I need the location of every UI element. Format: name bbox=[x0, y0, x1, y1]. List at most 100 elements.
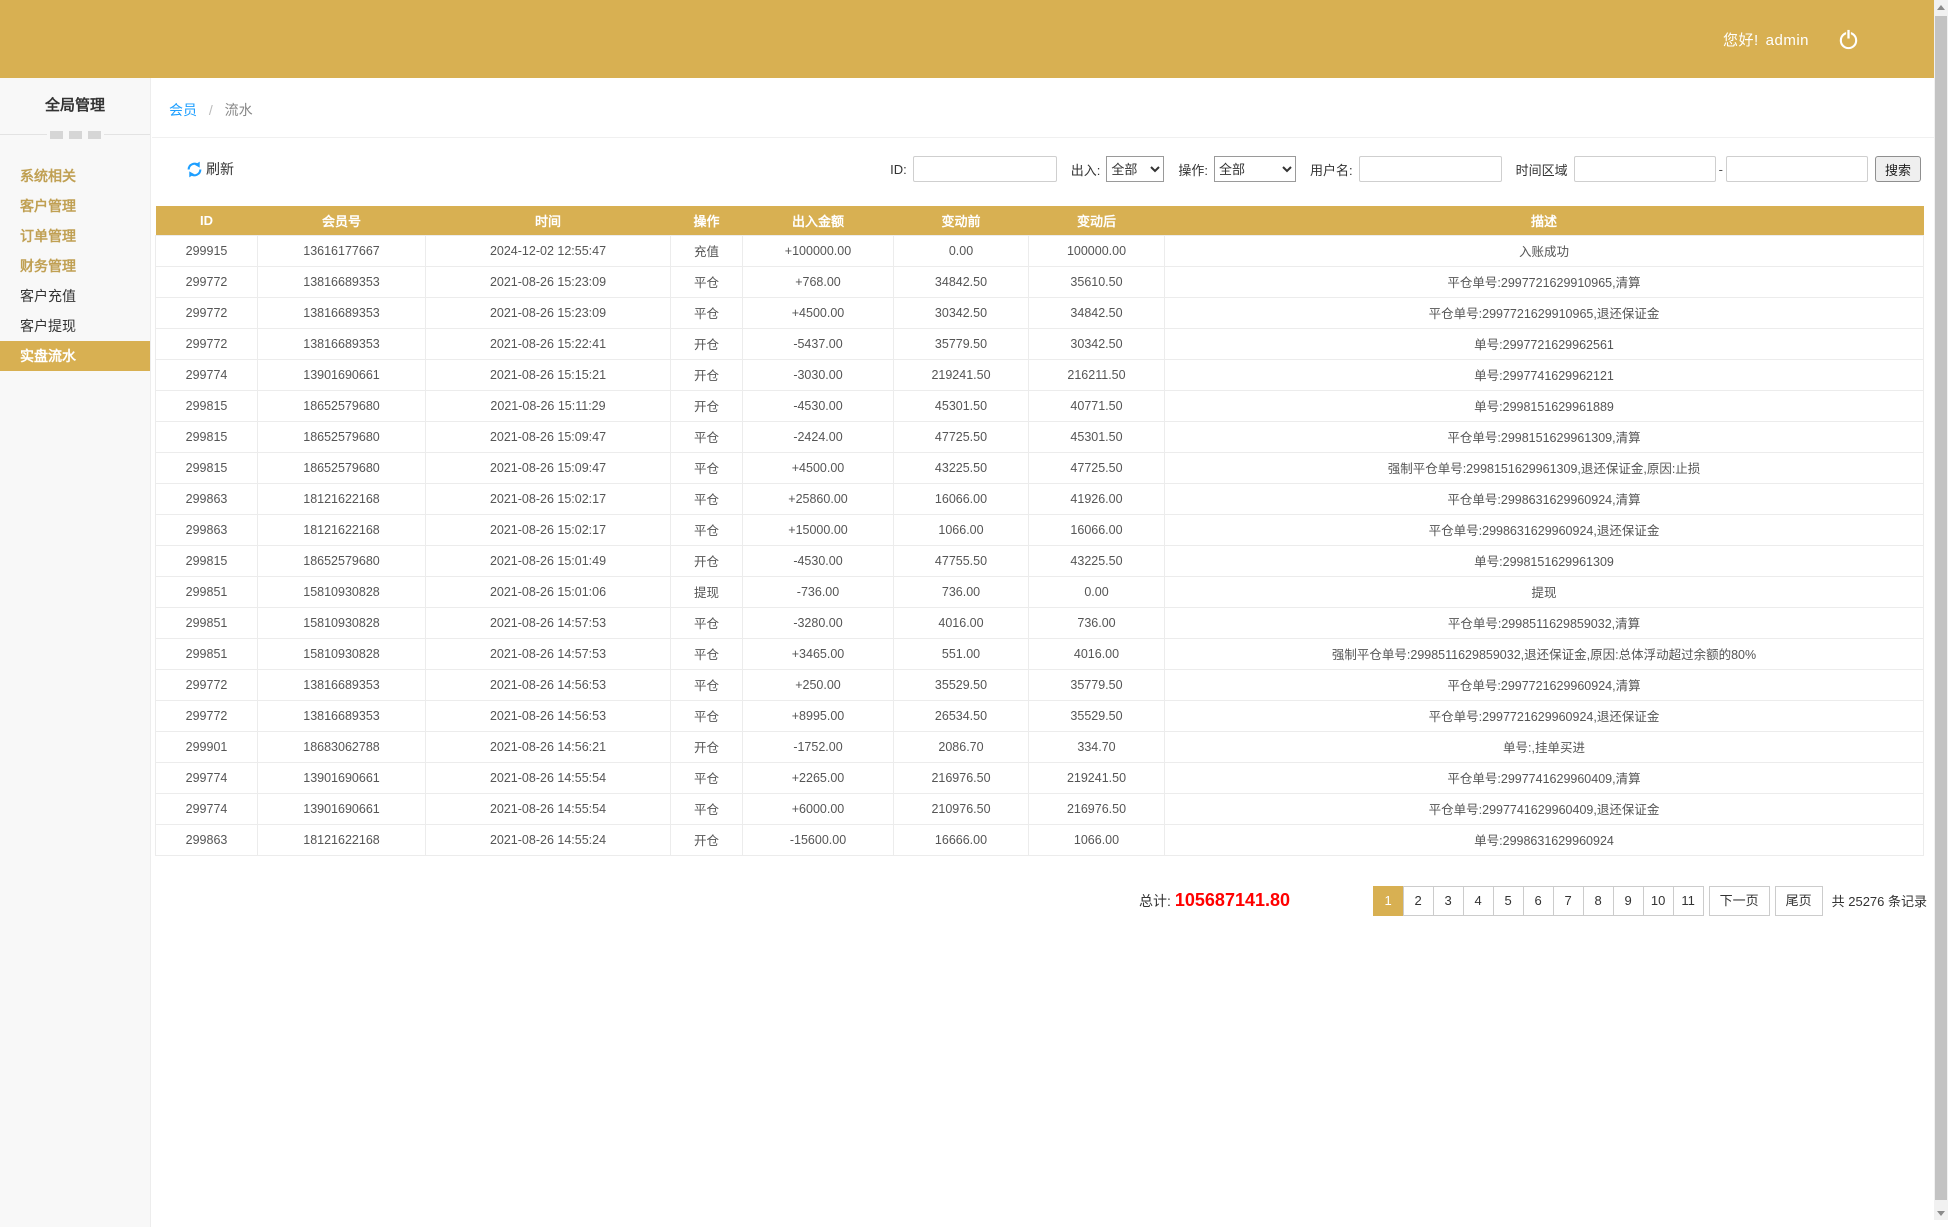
scrollbar-thumb[interactable] bbox=[1935, 16, 1947, 1200]
table-cell: 2021-08-26 14:56:21 bbox=[426, 731, 671, 762]
table-row: 299772138166893532021-08-26 14:56:53平仓+8… bbox=[156, 700, 1924, 731]
page-button-8[interactable]: 8 bbox=[1583, 886, 1614, 916]
table-cell: 299815 bbox=[156, 421, 258, 452]
table-cell: 299774 bbox=[156, 793, 258, 824]
table-cell: -5437.00 bbox=[743, 328, 894, 359]
table-cell: 551.00 bbox=[894, 638, 1029, 669]
table-cell: 平仓单号:2997721629910965,清算 bbox=[1165, 266, 1924, 297]
sidebar-item-客户提现[interactable]: 客户提现 bbox=[0, 311, 150, 341]
table-cell: 2021-08-26 15:15:21 bbox=[426, 359, 671, 390]
table-row: 299772138166893532021-08-26 15:22:41开仓-5… bbox=[156, 328, 1924, 359]
op-select[interactable]: 全部 bbox=[1214, 156, 1296, 182]
table-cell: 26534.50 bbox=[894, 700, 1029, 731]
table-cell: 41926.00 bbox=[1029, 483, 1165, 514]
app-header: 您好!admin bbox=[0, 0, 1948, 78]
table-cell: 299851 bbox=[156, 576, 258, 607]
column-header: 变动后 bbox=[1029, 206, 1165, 235]
id-input[interactable] bbox=[913, 156, 1057, 182]
table-cell: 2021-08-26 15:22:41 bbox=[426, 328, 671, 359]
table-cell: 13816689353 bbox=[258, 266, 426, 297]
table-cell: +768.00 bbox=[743, 266, 894, 297]
sidebar-item-财务管理[interactable]: 财务管理 bbox=[0, 251, 150, 281]
last-page-button[interactable]: 尾页 bbox=[1775, 886, 1823, 916]
table-cell: +25860.00 bbox=[743, 483, 894, 514]
breadcrumb-link-member[interactable]: 会员 bbox=[169, 102, 197, 118]
table-cell: +15000.00 bbox=[743, 514, 894, 545]
table-cell: 强制平仓单号:2998151629961309,退还保证金,原因:止损 bbox=[1165, 452, 1924, 483]
vertical-scrollbar[interactable] bbox=[1934, 0, 1948, 1220]
table-cell: 开仓 bbox=[671, 359, 743, 390]
table-cell: -15600.00 bbox=[743, 824, 894, 855]
table-row: 299772138166893532021-08-26 15:23:09平仓+4… bbox=[156, 297, 1924, 328]
page-button-6[interactable]: 6 bbox=[1523, 886, 1554, 916]
page-button-3[interactable]: 3 bbox=[1433, 886, 1464, 916]
inout-select[interactable]: 全部 bbox=[1106, 156, 1164, 182]
time-range-label: 时间区域 bbox=[1516, 160, 1568, 179]
scroll-down-arrow-icon[interactable] bbox=[1934, 1206, 1948, 1220]
table-cell: 2021-08-26 15:01:06 bbox=[426, 576, 671, 607]
table-cell: 18652579680 bbox=[258, 421, 426, 452]
table-cell: 16666.00 bbox=[894, 824, 1029, 855]
table-cell: 18652579680 bbox=[258, 390, 426, 421]
table-cell: 13901690661 bbox=[258, 359, 426, 390]
page-button-10[interactable]: 10 bbox=[1643, 886, 1674, 916]
table-cell: 强制平仓单号:2998511629859032,退还保证金,原因:总体浮动超过余… bbox=[1165, 638, 1924, 669]
table-cell: 平仓单号:2998511629859032,清算 bbox=[1165, 607, 1924, 638]
table-cell: 2024-12-02 12:55:47 bbox=[426, 235, 671, 266]
scroll-up-arrow-icon[interactable] bbox=[1934, 0, 1948, 14]
column-header: 描述 bbox=[1165, 206, 1924, 235]
sidebar-item-客户充值[interactable]: 客户充值 bbox=[0, 281, 150, 311]
sidebar-item-订单管理[interactable]: 订单管理 bbox=[0, 221, 150, 251]
table-cell: 平仓 bbox=[671, 266, 743, 297]
table-cell: 平仓 bbox=[671, 793, 743, 824]
time-to-input[interactable] bbox=[1726, 156, 1868, 182]
page-button-1[interactable]: 1 bbox=[1373, 886, 1404, 916]
table-cell: 单号:2998151629961889 bbox=[1165, 390, 1924, 421]
table-cell: 47725.50 bbox=[1029, 452, 1165, 483]
table-row: 299863181216221682021-08-26 15:02:17平仓+1… bbox=[156, 514, 1924, 545]
page-button-9[interactable]: 9 bbox=[1613, 886, 1644, 916]
table-cell: 单号:,挂单买进 bbox=[1165, 731, 1924, 762]
column-header: 时间 bbox=[426, 206, 671, 235]
table-cell: 35779.50 bbox=[1029, 669, 1165, 700]
logout-power-icon[interactable] bbox=[1837, 28, 1860, 51]
table-cell: 平仓 bbox=[671, 452, 743, 483]
page-button-7[interactable]: 7 bbox=[1553, 886, 1584, 916]
table-cell: 35529.50 bbox=[1029, 700, 1165, 731]
page-button-11[interactable]: 11 bbox=[1673, 886, 1704, 916]
main-content: 会员 / 流水 刷新 ID: 出入: 全部 操作: bbox=[152, 78, 1948, 1227]
next-page-button[interactable]: 下一页 bbox=[1709, 886, 1770, 916]
table-cell: 299901 bbox=[156, 731, 258, 762]
table-cell: 提现 bbox=[1165, 576, 1924, 607]
table-cell: 入账成功 bbox=[1165, 235, 1924, 266]
username-input[interactable] bbox=[1359, 156, 1502, 182]
sidebar: 全局管理 系统相关客户管理订单管理财务管理客户充值客户提现实盘流水 bbox=[0, 78, 151, 1227]
table-cell: 平仓单号:2998631629960924,清算 bbox=[1165, 483, 1924, 514]
page-button-5[interactable]: 5 bbox=[1493, 886, 1524, 916]
table-row: 299815186525796802021-08-26 15:09:47平仓+4… bbox=[156, 452, 1924, 483]
table-cell: +250.00 bbox=[743, 669, 894, 700]
table-row: 299772138166893532021-08-26 14:56:53平仓+2… bbox=[156, 669, 1924, 700]
sidebar-item-系统相关[interactable]: 系统相关 bbox=[0, 161, 150, 191]
sidebar-title: 全局管理 bbox=[0, 94, 150, 118]
table-cell: 299851 bbox=[156, 638, 258, 669]
table-cell: 47755.50 bbox=[894, 545, 1029, 576]
table-cell: 18652579680 bbox=[258, 452, 426, 483]
page-button-4[interactable]: 4 bbox=[1463, 886, 1494, 916]
table-cell: 16066.00 bbox=[894, 483, 1029, 514]
column-header: 出入金额 bbox=[743, 206, 894, 235]
sidebar-item-客户管理[interactable]: 客户管理 bbox=[0, 191, 150, 221]
table-cell: 2021-08-26 15:23:09 bbox=[426, 266, 671, 297]
table-cell: +4500.00 bbox=[743, 297, 894, 328]
page-button-2[interactable]: 2 bbox=[1403, 886, 1434, 916]
time-from-input[interactable] bbox=[1574, 156, 1716, 182]
table-cell: 47725.50 bbox=[894, 421, 1029, 452]
column-header: 操作 bbox=[671, 206, 743, 235]
search-button[interactable]: 搜索 bbox=[1875, 156, 1921, 182]
table-cell: 平仓单号:2997721629910965,退还保证金 bbox=[1165, 297, 1924, 328]
table-row: 299863181216221682021-08-26 15:02:17平仓+2… bbox=[156, 483, 1924, 514]
table-row: 299815186525796802021-08-26 15:11:29开仓-4… bbox=[156, 390, 1924, 421]
sidebar-item-实盘流水[interactable]: 实盘流水 bbox=[0, 341, 150, 371]
table-cell: 2021-08-26 15:02:17 bbox=[426, 514, 671, 545]
refresh-button[interactable]: 刷新 bbox=[186, 159, 234, 179]
